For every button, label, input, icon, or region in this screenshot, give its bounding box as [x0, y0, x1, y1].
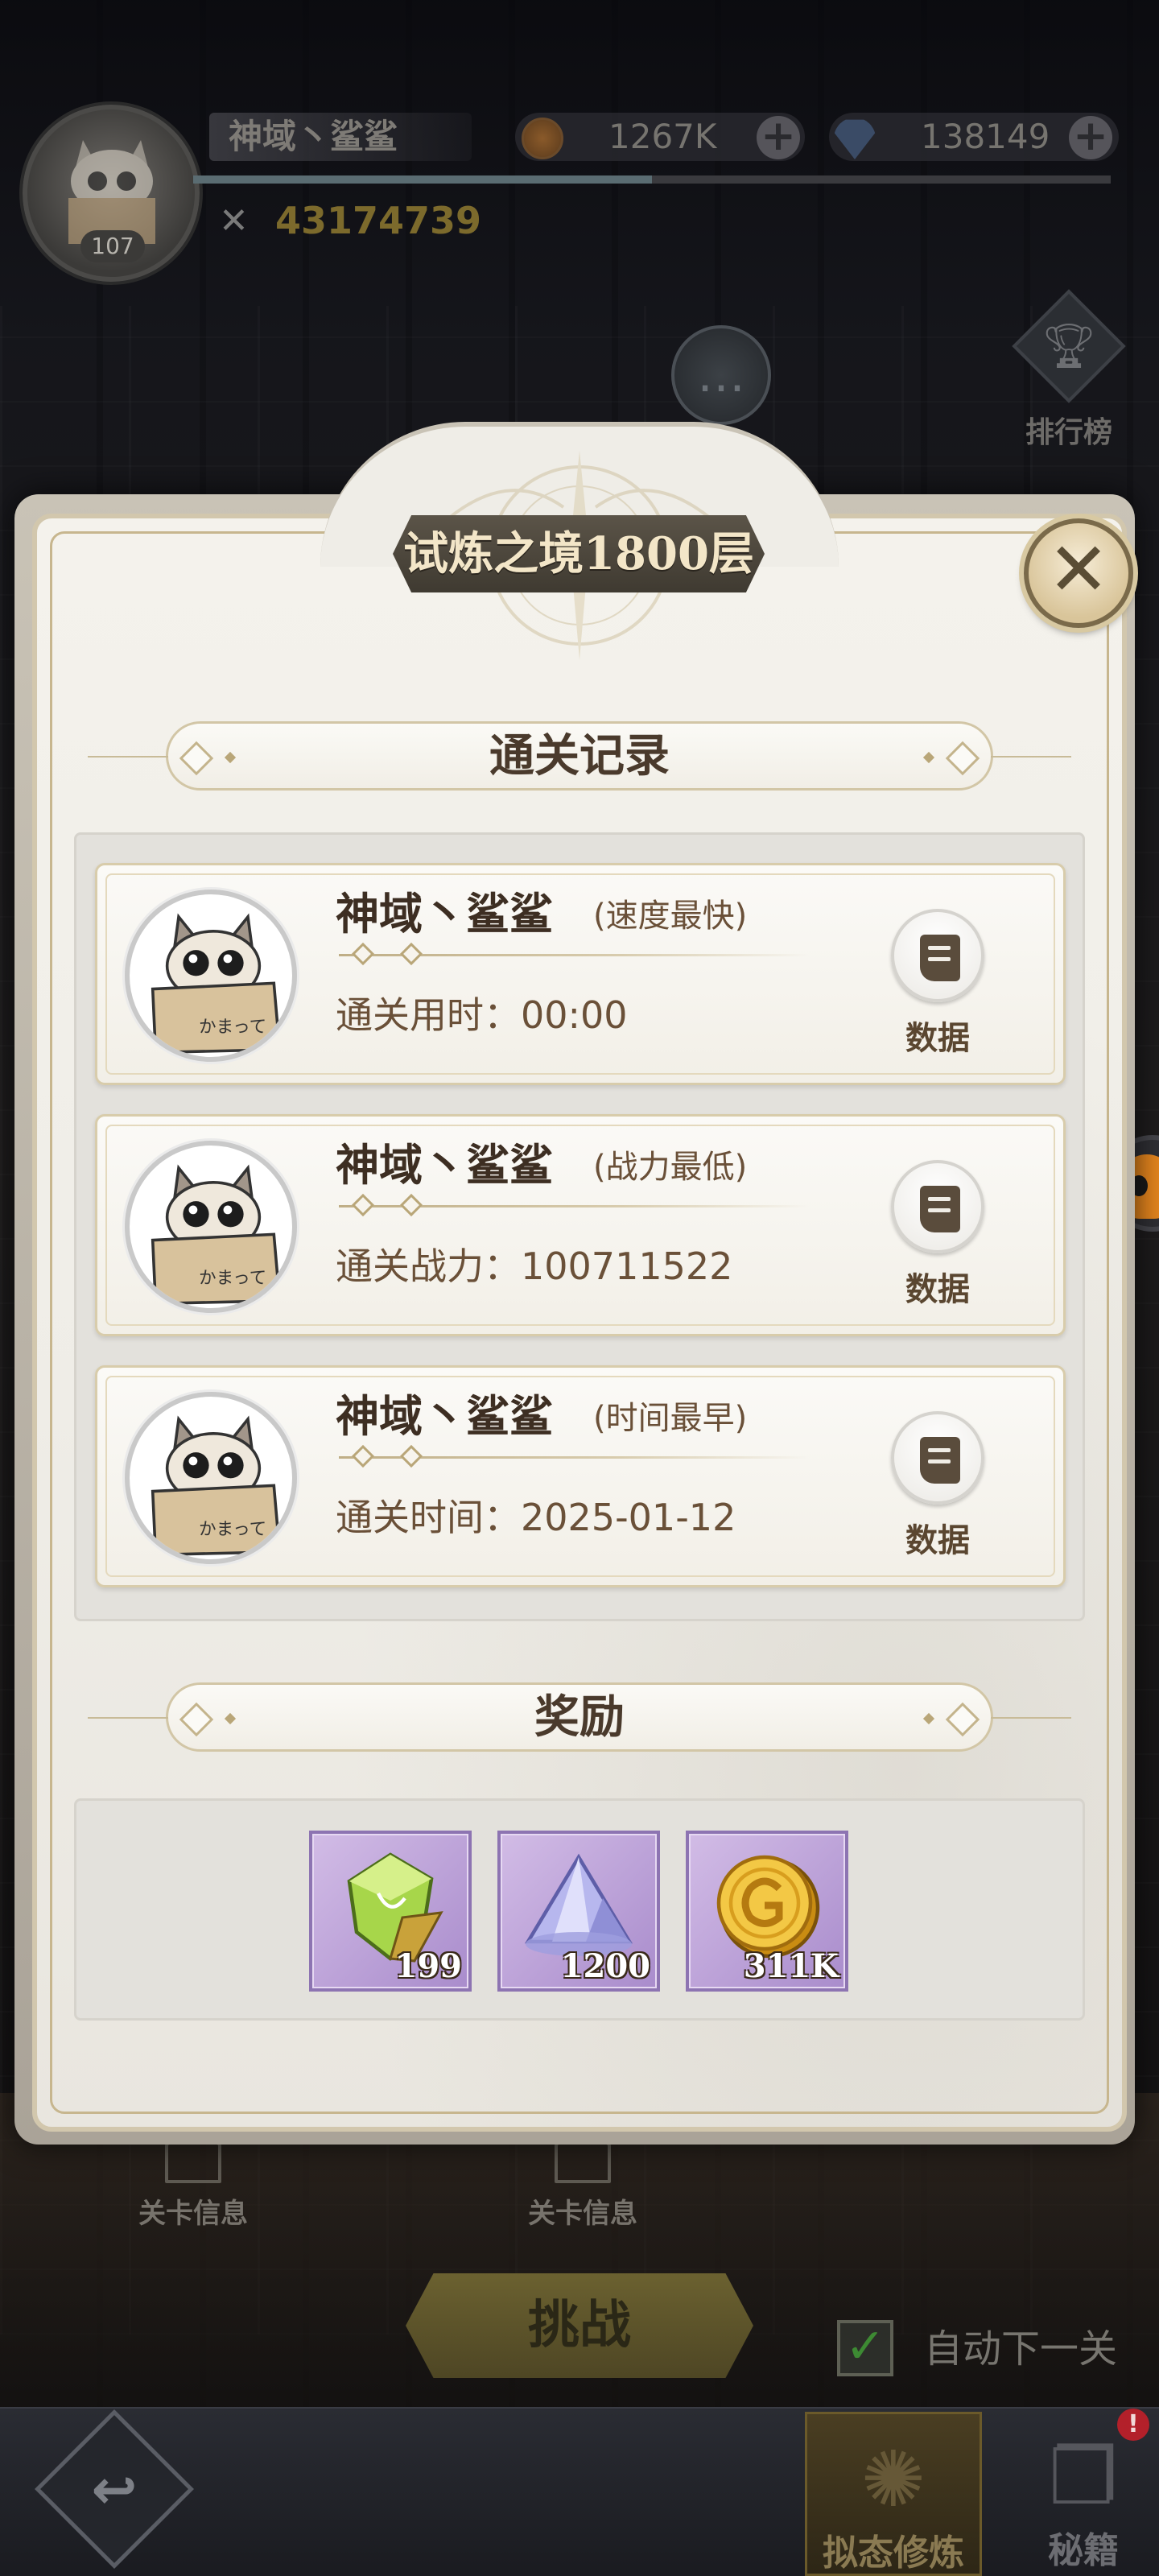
record-data-label[interactable]: 数据 — [888, 1012, 988, 1059]
tab-secret-book-label: 秘籍 — [1048, 2530, 1119, 2571]
record-card: かまって 神域丶鲨鲨 (时间最早) 通关时间：2025-01-12 数据 — [95, 1365, 1066, 1587]
cat-in-box-icon: かまって — [151, 1415, 282, 1557]
reward-item[interactable]: 311K — [686, 1831, 848, 1992]
record-divider — [339, 942, 809, 966]
reward-item[interactable]: 199 — [309, 1831, 472, 1992]
record-divider — [339, 1444, 809, 1468]
cat-in-box-icon: かまって — [151, 1164, 282, 1306]
record-data-button[interactable] — [891, 909, 984, 1002]
tab-mimic-training[interactable]: ✺ 拟态修炼 — [805, 2412, 982, 2576]
record-player-name: 神域丶鲨鲨 — [336, 1139, 553, 1191]
add-diamond-button[interactable]: + — [1069, 115, 1112, 159]
chat-bubble-icon: … — [697, 347, 745, 403]
stage-info-right-label: 关卡信息 — [528, 2198, 637, 2230]
header-line-left — [88, 1717, 168, 1719]
record-tag: (速度最快) — [593, 898, 748, 935]
challenge-button[interactable]: 挑战 — [406, 2273, 753, 2378]
notification-badge: ! — [1117, 2409, 1149, 2441]
record-tag: (时间最早) — [593, 1400, 748, 1437]
modal-title: 试炼之境1800层 — [403, 527, 754, 580]
record-data-button[interactable] — [891, 1160, 984, 1253]
document-icon — [920, 1437, 960, 1484]
record-player-name: 神域丶鲨鲨 — [336, 888, 553, 939]
reward-count: 1200 — [560, 1947, 650, 1985]
auto-next-checkbox[interactable]: ✓ — [837, 2320, 893, 2376]
document-icon — [920, 1186, 960, 1232]
records-section-title: 通关记录 — [489, 729, 670, 782]
svg-text:かまって: かまって — [199, 1519, 266, 1539]
ranking-label: 排行榜 — [1025, 416, 1112, 449]
svg-text:かまって: かまって — [199, 1017, 266, 1037]
tab-mimic-training-label: 拟态修炼 — [823, 2533, 964, 2574]
avatar[interactable]: かまって — [125, 1141, 297, 1313]
gold-amount: 1267K — [608, 117, 717, 156]
trophy-icon: 🏆︎ — [1041, 320, 1097, 371]
stage-info-right[interactable]: 关卡信息 — [494, 2141, 671, 2231]
auto-next-label: 自动下一关 — [924, 2326, 1118, 2372]
rewards-section-title: 奖励 — [534, 1690, 625, 1744]
stage-info-left-label: 关卡信息 — [138, 2198, 248, 2230]
rewards-section-header: 奖励 — [88, 1682, 1071, 1752]
crossed-swords-icon: ✕ — [219, 200, 249, 242]
record-stat: 通关战力：100711522 — [336, 1245, 733, 1288]
reward-count: 311K — [743, 1947, 839, 1985]
avatar[interactable]: かまって — [125, 890, 297, 1062]
svg-text:かまって: かまって — [199, 1268, 266, 1288]
player-name: 神域丶鲨鲨 — [229, 117, 398, 156]
records-section-header: 通关记录 — [88, 721, 1071, 791]
record-player-name: 神域丶鲨鲨 — [336, 1390, 553, 1442]
player-power: 43174739 — [275, 199, 482, 242]
reward-item[interactable]: 1200 — [497, 1831, 660, 1992]
stage-info-left[interactable]: 关卡信息 — [105, 2141, 282, 2231]
book-icon — [555, 2141, 611, 2183]
record-card: かまって 神域丶鲨鲨 (战力最低) 通关战力：100711522 数据 — [95, 1114, 1066, 1336]
close-icon: ✕ — [1047, 526, 1110, 613]
mimic-training-icon: ✺ — [860, 2434, 926, 2524]
avatar[interactable]: かまって — [125, 1392, 297, 1564]
document-icon — [920, 935, 960, 981]
header-line-right — [991, 1717, 1071, 1719]
record-data-label[interactable]: 数据 — [888, 1514, 988, 1561]
open-book-icon: ❐ — [1048, 2432, 1119, 2522]
diamond-amount: 138149 — [921, 117, 1050, 156]
record-divider — [339, 1193, 809, 1217]
ranking-button[interactable]: 🏆︎ 排行榜 — [1004, 289, 1133, 451]
record-data-label[interactable]: 数据 — [888, 1263, 988, 1310]
add-gold-button[interactable]: + — [757, 115, 800, 159]
close-button[interactable]: ✕ — [1024, 518, 1133, 628]
record-card: かまって 神域丶鲨鲨 (速度最快) 通关用时：00:00 数据 — [95, 863, 1066, 1085]
record-stat: 通关用时：00:00 — [336, 993, 628, 1037]
player-xp-bar — [193, 175, 1111, 184]
header-line-right — [991, 756, 1071, 758]
book-icon — [165, 2141, 221, 2183]
chat-button[interactable]: … — [671, 325, 771, 425]
player-xp-fill — [193, 175, 652, 184]
record-stat: 通关时间：2025-01-12 — [336, 1496, 736, 1539]
header-line-left — [88, 756, 168, 758]
cat-in-box-icon: かまって — [151, 913, 282, 1055]
player-level: 107 — [80, 230, 145, 262]
reward-count: 199 — [394, 1947, 463, 1985]
gold-coin-icon — [522, 118, 563, 159]
return-arrow-icon: ↩ — [91, 2458, 138, 2522]
record-data-button[interactable] — [891, 1411, 984, 1505]
record-tag: (战力最低) — [593, 1149, 748, 1186]
